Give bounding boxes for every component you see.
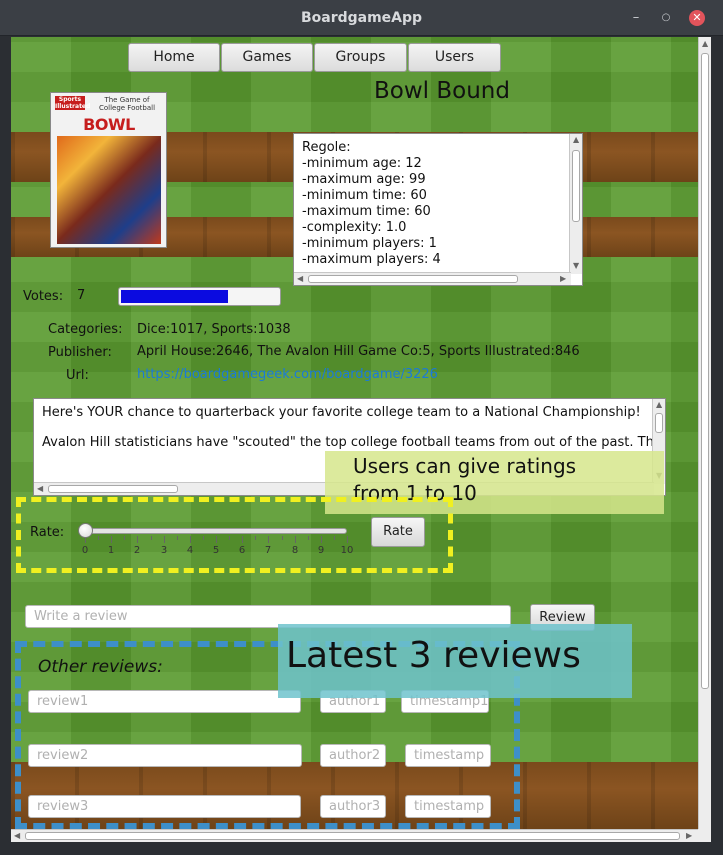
- scroll-up-icon[interactable]: ▲: [573, 135, 579, 144]
- slider-tick: [268, 536, 269, 543]
- review-text-field[interactable]: review3: [28, 795, 301, 818]
- scroll-right-icon[interactable]: ▶: [560, 274, 566, 283]
- review-author-field[interactable]: author3: [320, 795, 386, 818]
- slider-tick-label: 9: [317, 545, 325, 556]
- maximize-icon[interactable]: ○: [658, 10, 674, 26]
- slider-tick-label: 8: [291, 545, 299, 556]
- slider-tick-label: 10: [340, 545, 354, 556]
- scroll-down-icon[interactable]: ▼: [573, 261, 579, 270]
- reviews-annotation-text: Latest 3 reviews: [286, 635, 581, 676]
- nav-home-button[interactable]: Home: [128, 43, 220, 72]
- rating-slider-ticks: [85, 536, 348, 544]
- rules-vertical-scrollbar[interactable]: ▲ ▼: [569, 134, 582, 274]
- slider-tick: [255, 536, 256, 540]
- rules-textarea[interactable]: Regole: -minimum age: 12 -maximum age: 9…: [293, 133, 583, 286]
- scrollbar-thumb[interactable]: [25, 832, 680, 840]
- window-titlebar: BoardgameApp – ○ ✕: [0, 0, 723, 36]
- review-timestamp-field[interactable]: timestamp: [405, 795, 491, 818]
- slider-tick: [334, 536, 335, 540]
- description-paragraph: Avalon Hill statisticians have "scouted"…: [42, 435, 652, 450]
- slider-tick: [321, 536, 322, 543]
- slider-tick-label: 7: [264, 545, 272, 556]
- slider-tick-label: 4: [186, 545, 194, 556]
- publisher-label: Publisher:: [48, 345, 112, 360]
- slider-tick-label: 6: [238, 545, 246, 556]
- close-icon[interactable]: ✕: [689, 10, 705, 26]
- slider-tick: [216, 536, 217, 543]
- slider-tick: [190, 536, 191, 543]
- slider-tick: [347, 536, 348, 543]
- nav-groups-button[interactable]: Groups: [314, 43, 407, 72]
- scroll-left-icon[interactable]: ◀: [14, 831, 20, 840]
- slider-tick: [295, 536, 296, 543]
- cover-artwork: [57, 136, 161, 244]
- votes-value: 7: [77, 288, 86, 303]
- votes-progress-bar: [118, 287, 281, 306]
- slider-tick-label: 3: [160, 545, 168, 556]
- window-vertical-scrollbar[interactable]: ▲: [698, 37, 711, 829]
- rate-label: Rate:: [30, 525, 65, 540]
- slider-tick: [203, 536, 204, 540]
- scroll-left-icon[interactable]: ◀: [297, 274, 303, 283]
- slider-tick: [98, 536, 99, 540]
- slider-tick: [151, 536, 152, 540]
- categories-label: Categories:: [48, 322, 123, 337]
- scrollbar-thumb[interactable]: [48, 485, 178, 493]
- rating-slider-track[interactable]: [85, 528, 347, 534]
- slider-tick: [164, 536, 165, 543]
- rules-horizontal-scrollbar[interactable]: ◀ ▶: [294, 272, 571, 285]
- review-timestamp-field[interactable]: timestamp: [405, 744, 491, 767]
- votes-progress-fill: [121, 290, 228, 303]
- slider-tick-label: 2: [133, 545, 141, 556]
- slider-tick: [308, 536, 309, 540]
- description-paragraph: Here's YOUR chance to quarterback your f…: [42, 405, 641, 420]
- slider-tick: [229, 536, 230, 540]
- rating-slider-thumb[interactable]: [78, 523, 93, 538]
- url-label: Url:: [66, 368, 89, 383]
- window-title: BoardgameApp: [300, 10, 423, 26]
- slider-tick-label: 5: [212, 545, 220, 556]
- rate-button[interactable]: Rate: [371, 517, 425, 547]
- scroll-right-icon[interactable]: ▶: [686, 831, 692, 840]
- nav-users-button[interactable]: Users: [408, 43, 501, 72]
- categories-value: Dice:1017, Sports:1038: [137, 322, 291, 337]
- votes-label: Votes:: [23, 289, 64, 304]
- main-content: Home Games Groups Users Bowl Bound Sport…: [11, 37, 698, 829]
- window-horizontal-scrollbar[interactable]: ◀ ▶: [11, 829, 698, 842]
- review-text-field[interactable]: review2: [28, 744, 302, 767]
- scroll-up-icon[interactable]: ▲: [702, 39, 708, 48]
- ratings-annotation-line1: Users can give ratings: [353, 454, 577, 478]
- scrollbar-corner: [698, 829, 711, 842]
- slider-tick: [177, 536, 178, 540]
- slider-tick-label: 1: [107, 545, 115, 556]
- game-title: Bowl Bound: [374, 78, 510, 104]
- scrollbar-thumb[interactable]: [308, 275, 518, 283]
- nav-games-button[interactable]: Games: [221, 43, 313, 72]
- scrollbar-thumb[interactable]: [701, 53, 709, 689]
- reviews-annotation: Latest 3 reviews: [278, 624, 632, 698]
- game-cover-image: Sports Illustrated The Game of College F…: [50, 92, 167, 248]
- game-url-link[interactable]: https://boardgamegeek.com/boardgame/3226: [137, 367, 438, 382]
- slider-tick: [242, 536, 243, 543]
- scroll-up-icon[interactable]: ▲: [656, 400, 662, 409]
- minimize-icon[interactable]: –: [628, 10, 644, 26]
- slider-tick: [124, 536, 125, 540]
- slider-tick: [137, 536, 138, 543]
- slider-tick: [282, 536, 283, 540]
- rules-text: Regole: -minimum age: 12 -maximum age: 9…: [302, 140, 441, 267]
- cover-subtitle: The Game of College Football: [98, 96, 156, 112]
- scrollbar-thumb[interactable]: [655, 413, 663, 433]
- review-text-field[interactable]: review1: [28, 690, 301, 713]
- slider-tick: [111, 536, 112, 543]
- review-author-field[interactable]: author2: [320, 744, 386, 767]
- scroll-left-icon[interactable]: ◀: [37, 484, 43, 493]
- scrollbar-thumb[interactable]: [572, 150, 580, 222]
- slider-tick-label: 0: [81, 545, 89, 556]
- publisher-value: April House:2646, The Avalon Hill Game C…: [137, 344, 580, 359]
- other-reviews-heading: Other reviews:: [38, 657, 163, 677]
- cover-brand: Sports Illustrated: [55, 96, 91, 110]
